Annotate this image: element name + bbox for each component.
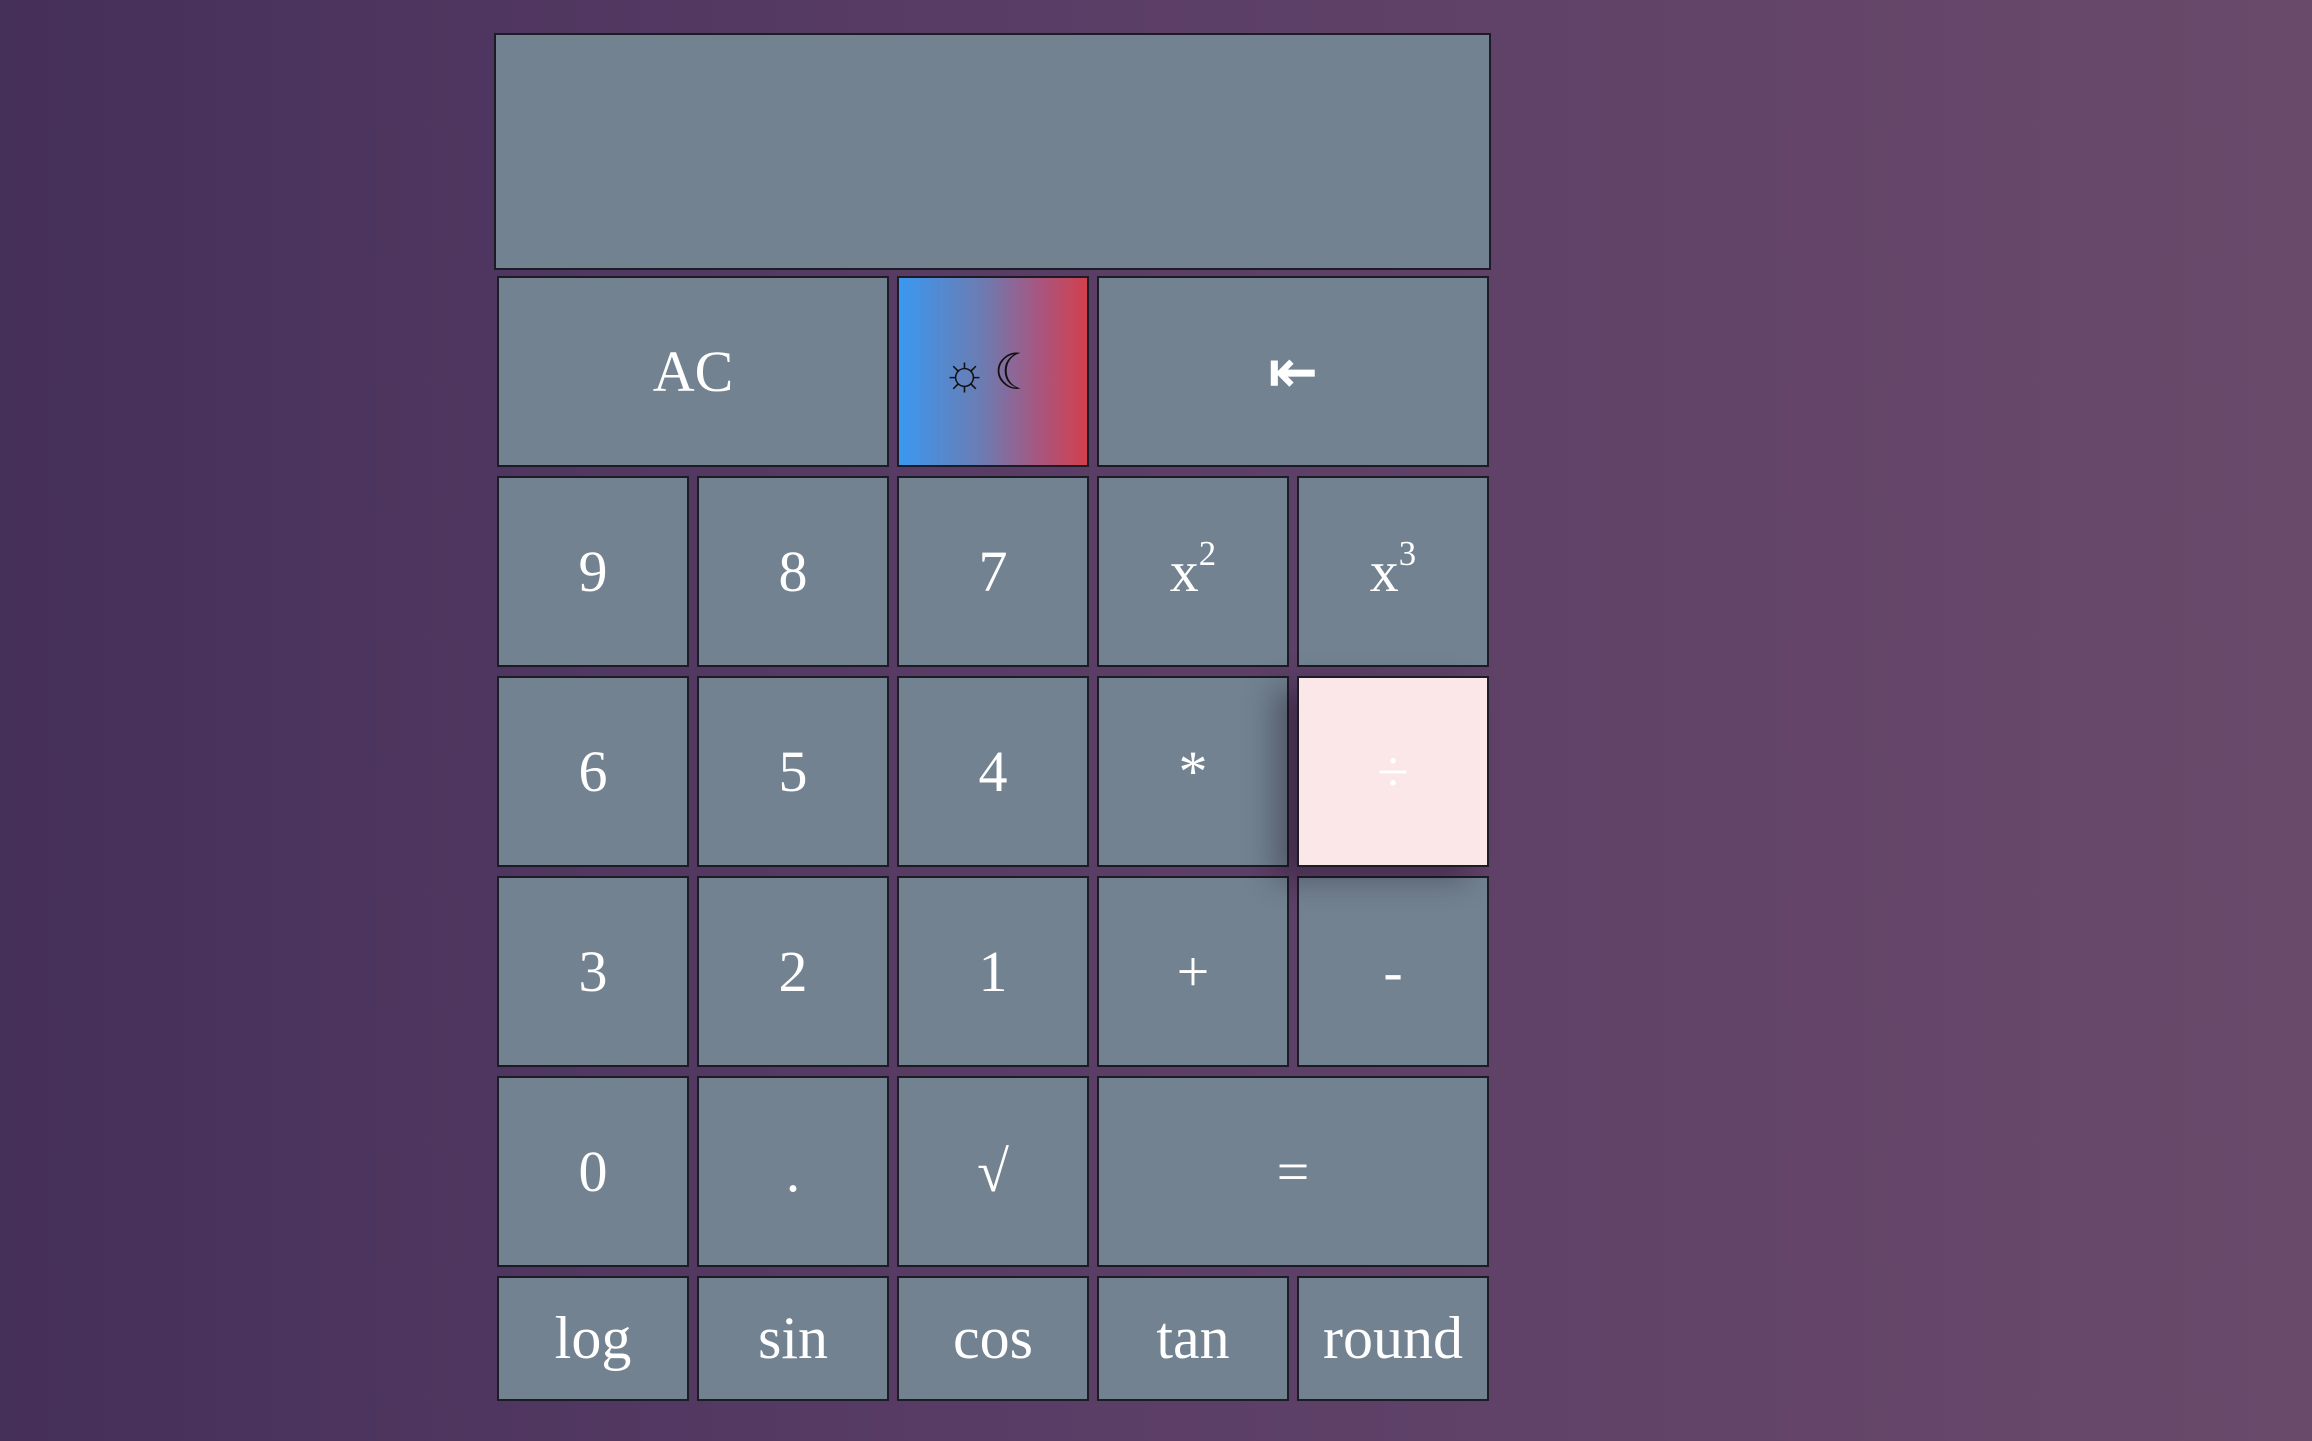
cube-base: x <box>1369 539 1399 604</box>
divide-button[interactable]: ÷ <box>1297 676 1489 867</box>
digit-3-button[interactable]: 3 <box>497 876 689 1067</box>
equals-button[interactable]: = <box>1097 1076 1489 1267</box>
digit-8-button[interactable]: 8 <box>697 476 889 667</box>
backspace-icon: ⇤ <box>1267 336 1319 407</box>
digit-7-button[interactable]: 7 <box>897 476 1089 667</box>
cos-button[interactable]: cos <box>897 1276 1089 1401</box>
digit-5-button[interactable]: 5 <box>697 676 889 867</box>
round-button[interactable]: round <box>1297 1276 1489 1401</box>
plus-button[interactable]: + <box>1097 876 1289 1067</box>
square-root-button[interactable]: √ <box>897 1076 1089 1267</box>
backspace-button[interactable]: ⇤ <box>1097 276 1489 467</box>
square-base: x <box>1169 539 1199 604</box>
sin-button[interactable]: sin <box>697 1276 889 1401</box>
all-clear-button[interactable]: AC <box>497 276 889 467</box>
decimal-point-button[interactable]: . <box>697 1076 889 1267</box>
digit-1-button[interactable]: 1 <box>897 876 1089 1067</box>
digit-9-button[interactable]: 9 <box>497 476 689 667</box>
multiply-button[interactable]: * <box>1097 676 1289 867</box>
minus-button[interactable]: - <box>1297 876 1489 1067</box>
cube-button[interactable]: x3 <box>1297 476 1489 667</box>
sun-icon: ☼ <box>941 343 994 400</box>
display-screen <box>494 33 1491 270</box>
tan-button[interactable]: tan <box>1097 1276 1289 1401</box>
digit-2-button[interactable]: 2 <box>697 876 889 1067</box>
moon-icon: ☾ <box>993 343 1045 400</box>
digit-4-button[interactable]: 4 <box>897 676 1089 867</box>
log-button[interactable]: log <box>497 1276 689 1401</box>
digit-0-button[interactable]: 0 <box>497 1076 689 1267</box>
digit-6-button[interactable]: 6 <box>497 676 689 867</box>
square-button[interactable]: x2 <box>1097 476 1289 667</box>
theme-toggle-button[interactable]: ☼ ☾ <box>897 276 1089 467</box>
